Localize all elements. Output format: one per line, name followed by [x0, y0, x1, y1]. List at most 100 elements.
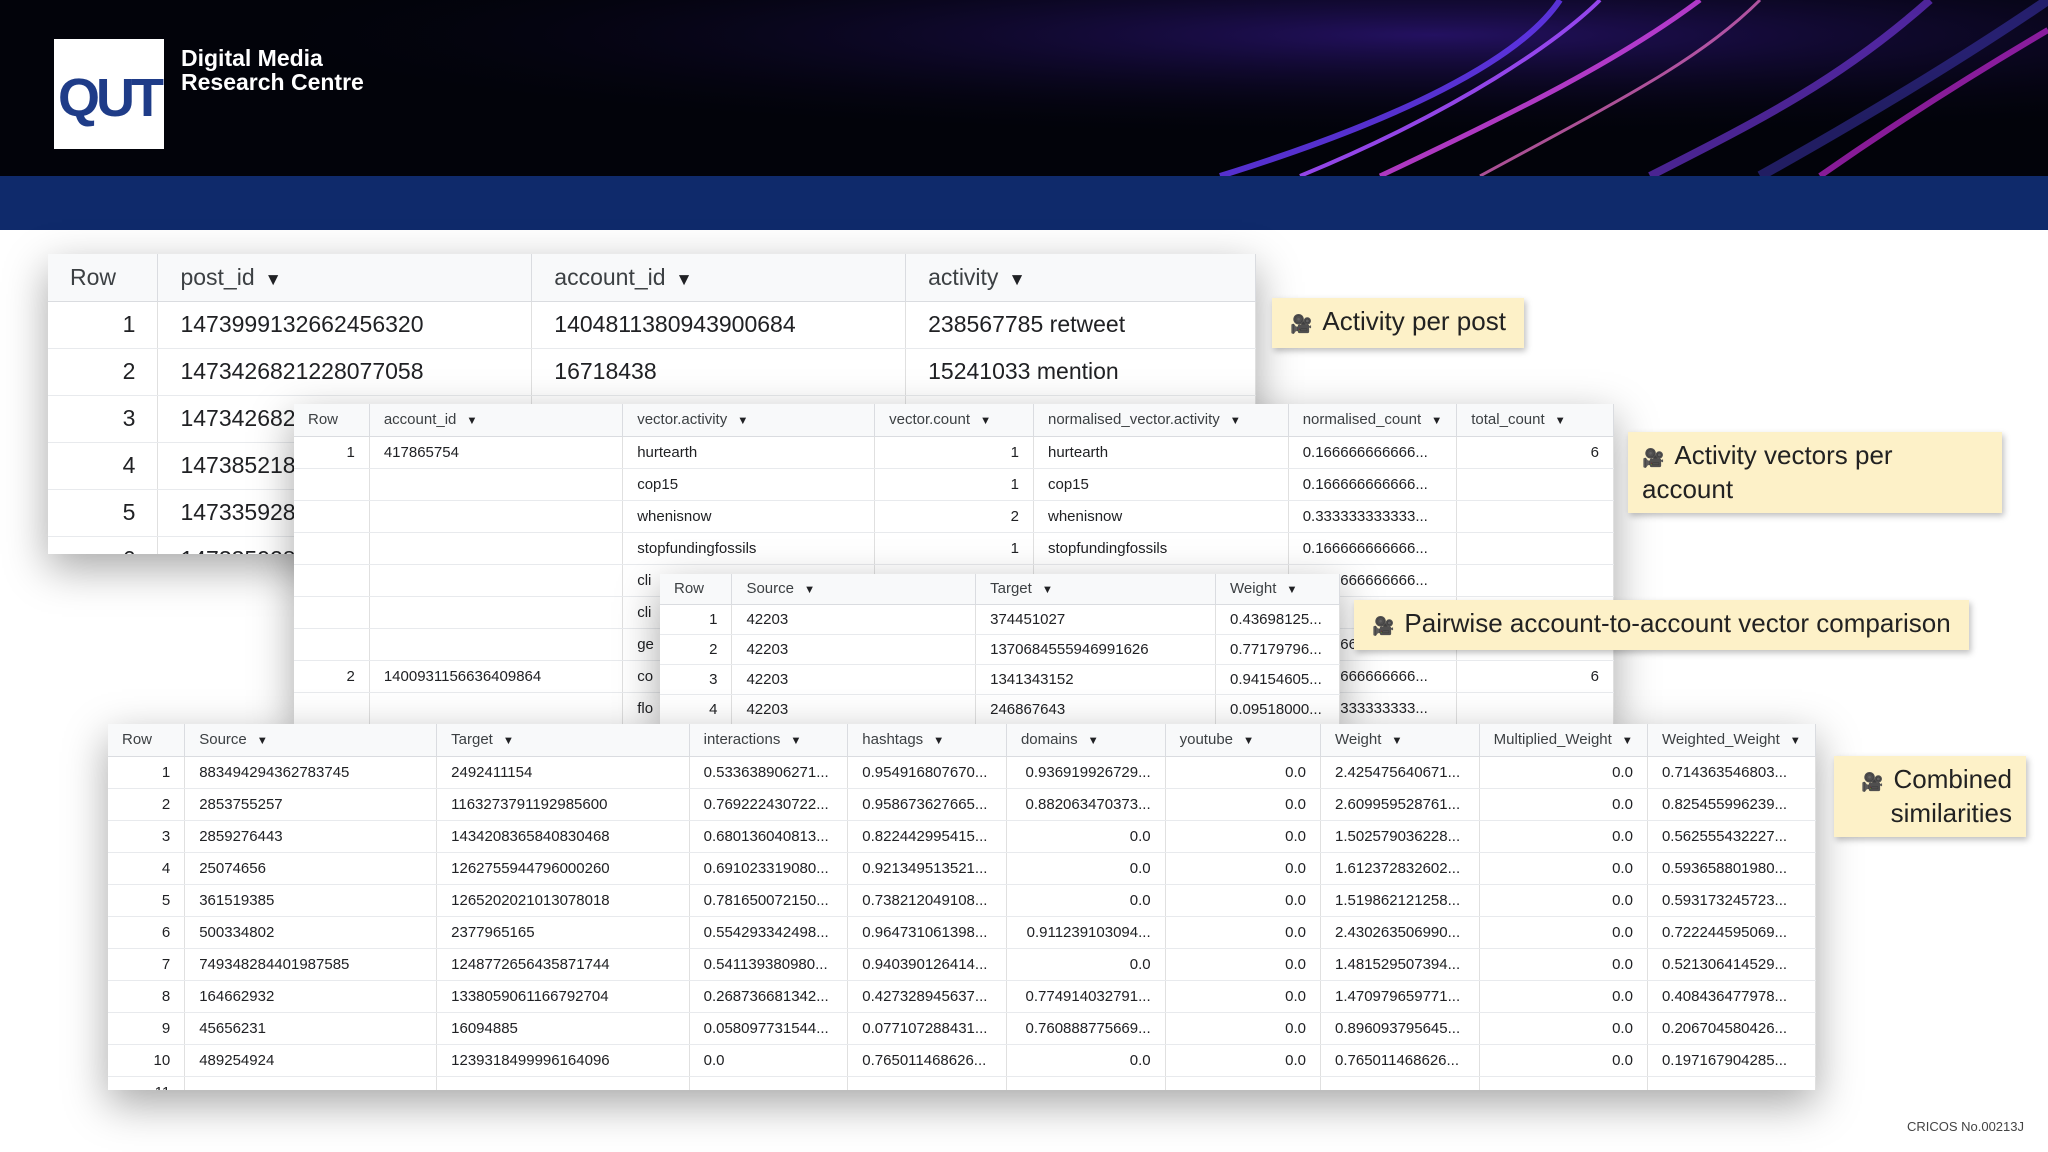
- column-header-label: Row: [122, 731, 153, 749]
- column-header[interactable]: Target ▼: [436, 724, 690, 757]
- table-cell: 1: [874, 468, 1034, 501]
- table-cell: 16718438: [531, 348, 907, 396]
- row-number-cell: 2: [48, 348, 159, 396]
- table-cell: 361519385: [184, 884, 438, 917]
- table-cell: 0.0: [1479, 884, 1648, 917]
- table-cell: 0.0: [1006, 1044, 1166, 1077]
- sort-caret-icon[interactable]: ▼: [790, 735, 801, 747]
- logo-text: QUT: [58, 68, 164, 128]
- table-cell: 0.197167904285...: [1647, 1044, 1816, 1077]
- column-header[interactable]: Row: [108, 724, 186, 757]
- row-number-cell: 1: [294, 436, 370, 469]
- sort-caret-icon[interactable]: ▼: [1431, 415, 1442, 427]
- table-cell: 1404811380943900684: [531, 301, 907, 349]
- table-cell: stopfundingfossils: [622, 532, 876, 565]
- row-number-cell: 1: [108, 756, 186, 789]
- column-header[interactable]: Weight ▼: [1215, 574, 1340, 605]
- column-header-label: Multiplied_Weight: [1493, 731, 1612, 749]
- sort-caret-icon[interactable]: ▼: [1088, 735, 1099, 747]
- sort-caret-icon[interactable]: ▼: [1286, 584, 1297, 596]
- column-header[interactable]: activity ▼: [905, 254, 1256, 302]
- column-header[interactable]: normalised_count ▼: [1288, 404, 1458, 437]
- column-header[interactable]: Source ▼: [184, 724, 438, 757]
- sort-caret-icon[interactable]: ▼: [1008, 269, 1025, 290]
- column-header[interactable]: Row: [294, 404, 370, 437]
- column-header[interactable]: Weighted_Weight ▼: [1647, 724, 1816, 757]
- column-header[interactable]: total_count ▼: [1456, 404, 1614, 437]
- column-header[interactable]: Source ▼: [731, 574, 977, 605]
- sort-caret-icon[interactable]: ▼: [1790, 735, 1801, 747]
- column-header[interactable]: hashtags ▼: [847, 724, 1007, 757]
- table-cell: 2.609959528761...: [1320, 788, 1480, 821]
- table-cell: [1456, 468, 1614, 501]
- column-header[interactable]: vector.count ▼: [874, 404, 1034, 437]
- table-row: 8 164662932 1338059061166792704 0.268736681…: [108, 980, 1816, 1013]
- table-cell: 42203: [731, 604, 977, 635]
- table-cell: 2.430263506990...: [1320, 916, 1480, 949]
- column-header[interactable]: Target ▼: [975, 574, 1216, 605]
- table-cell: 0.43698125...: [1215, 604, 1340, 635]
- table-header-row: Row Source ▼ Target ▼ interactions ▼ hashtags ▼ d…: [108, 724, 1816, 757]
- table-cell: 6: [1456, 436, 1614, 469]
- table-cell: 42203: [731, 634, 977, 665]
- table-cell: 0.921349513521...: [847, 852, 1007, 885]
- sort-caret-icon[interactable]: ▼: [503, 735, 514, 747]
- table-cell: 0.0: [1165, 980, 1322, 1013]
- table-cell: 0.964731061398...: [847, 916, 1007, 949]
- table-cell: 25074656: [184, 852, 438, 885]
- sort-caret-icon[interactable]: ▼: [257, 735, 268, 747]
- column-header[interactable]: normalised_vector.activity ▼: [1033, 404, 1289, 437]
- sort-caret-icon[interactable]: ▼: [1230, 415, 1241, 427]
- table-cell: 0.058097731544...: [689, 1012, 849, 1045]
- row-number-cell: [294, 596, 370, 629]
- row-number-cell: [294, 628, 370, 661]
- sort-caret-icon[interactable]: ▼: [676, 269, 693, 290]
- sort-caret-icon[interactable]: ▼: [1391, 735, 1402, 747]
- centre-name: Digital Media Research Centre: [181, 46, 364, 94]
- sort-caret-icon[interactable]: ▼: [1555, 415, 1566, 427]
- table-cell: [369, 532, 624, 565]
- column-header-label: account_id: [554, 263, 666, 290]
- row-number-cell: 5: [48, 489, 159, 537]
- table-cell: cop15: [1033, 468, 1289, 501]
- sort-caret-icon[interactable]: ▼: [1042, 584, 1053, 596]
- table-cell: 1400931156636409864: [369, 660, 624, 693]
- table-cell: 417865754: [369, 436, 624, 469]
- table-cell: 0.825455996239...: [1647, 788, 1816, 821]
- sort-caret-icon[interactable]: ▼: [1243, 735, 1254, 747]
- table-cell: 0.541139380980...: [689, 948, 849, 981]
- table-cell: 0.0: [1165, 1044, 1322, 1077]
- sort-caret-icon[interactable]: ▼: [933, 735, 944, 747]
- sort-caret-icon[interactable]: ▼: [737, 415, 748, 427]
- table-cell: 1.481529507394...: [1320, 948, 1480, 981]
- column-header[interactable]: vector.activity ▼: [622, 404, 876, 437]
- sort-caret-icon[interactable]: ▼: [804, 584, 815, 596]
- column-header[interactable]: account_id ▼: [369, 404, 624, 437]
- column-header-label: vector.activity: [637, 411, 728, 429]
- sort-caret-icon[interactable]: ▼: [466, 415, 477, 427]
- centre-name-line1: Digital Media: [181, 45, 323, 71]
- row-number-cell: 3: [48, 395, 159, 443]
- column-header-label: Target: [451, 731, 493, 749]
- sort-caret-icon[interactable]: ▼: [980, 415, 991, 427]
- column-header-label: normalised_count: [1302, 411, 1422, 429]
- table-cell: 0.0: [1165, 916, 1322, 949]
- sort-caret-icon[interactable]: ▼: [1622, 735, 1633, 747]
- table-cell: [1320, 1076, 1480, 1090]
- table-cell: 246867643: [975, 694, 1216, 724]
- row-number-cell: 3: [108, 820, 186, 853]
- table-cell: 0.94154605...: [1215, 664, 1340, 695]
- column-header[interactable]: domains ▼: [1006, 724, 1166, 757]
- column-header[interactable]: youtube ▼: [1165, 724, 1322, 757]
- column-header[interactable]: Weight ▼: [1320, 724, 1480, 757]
- table-cell: 0.680136040813...: [689, 820, 849, 853]
- column-header[interactable]: account_id ▼: [531, 254, 907, 302]
- column-header[interactable]: Multiplied_Weight ▼: [1479, 724, 1648, 757]
- column-header[interactable]: post_id ▼: [157, 254, 533, 302]
- sort-caret-icon[interactable]: ▼: [265, 269, 282, 290]
- column-header[interactable]: interactions ▼: [689, 724, 849, 757]
- column-header[interactable]: Row: [48, 254, 159, 302]
- column-header[interactable]: Row: [660, 574, 733, 605]
- table-row: 3 42203 1341343152 0.94154605...: [660, 664, 1340, 695]
- column-header-label: Row: [70, 263, 117, 290]
